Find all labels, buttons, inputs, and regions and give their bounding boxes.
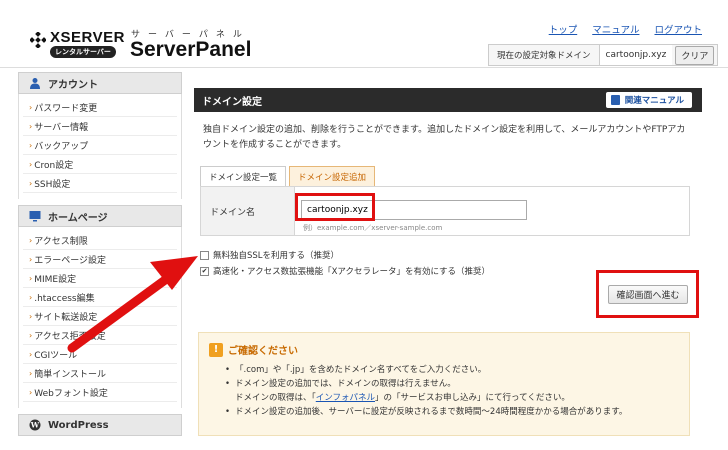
sidebar-item-label: サーバー情報 [34,122,89,133]
notice-item-sub: ドメインの取得は、「インフォパネル」の「サービスお申し込み」にて行ってください。 [235,393,570,403]
chevron-right-icon: › [29,235,33,245]
sidebar-item-label: SSH設定 [34,179,71,190]
highlight-box-confirm [596,270,699,318]
accelerator-option[interactable]: ✔ 高速化・アクセス数拡張機能「Xアクセラレータ」を有効にする（推奨） [200,264,490,278]
chevron-right-icon: › [29,273,33,283]
sidebar-section-title: WordPress [48,419,109,431]
chevron-right-icon: › [29,159,33,169]
sidebar-item-label: .htaccess編集 [34,293,95,304]
domain-form-row: ドメイン名 例）example.com／xserver-sample.com [200,186,690,236]
sidebar-item-label: MIME設定 [34,274,77,285]
tab-domain-add[interactable]: ドメイン設定追加 [289,166,376,186]
sidebar-section-wordpress[interactable]: W WordPress [18,414,182,436]
sidebar-item-backup[interactable]: › バックアップ [23,136,177,155]
notice-title: ! ご確認ください [209,342,298,357]
domain-example-text: 例）example.com／xserver-sample.com [303,224,443,232]
sidebar-item-label: エラーページ設定 [34,255,107,266]
page-title: ドメイン設定 [202,96,262,108]
top-link[interactable]: トップ [549,25,578,36]
page-title-bar: ドメイン設定 関連マニュアル [194,88,702,112]
sidebar-list-homepage: › アクセス制限 › エラーページ設定 › MIME設定 › .htaccess編集 ›… [18,227,182,408]
sidebar-item-label: サイト転送設定 [34,312,98,323]
notice-item: • ドメイン設定の追加後、サーバーに設定が反映されるまで数時間〜24時間程度かかる… [225,407,628,417]
ssl-checkbox[interactable] [200,250,209,260]
notice-box: ! ご確認ください • 「.com」や「.jp」を含めたドメイン名すべてをご入力く… [198,332,690,436]
sidebar-item-cron[interactable]: › Cron設定 [23,155,177,174]
logo-subtitle: レンタルサーバー [50,46,116,58]
sidebar-item-label: アクセス拒否設定 [34,331,106,342]
sidebar-item-error-page[interactable]: › エラーページ設定 [23,250,177,269]
notice-list: • 「.com」や「.jp」を含めたドメイン名すべてをご入力ください。 • ドメイン… [225,363,627,419]
sidebar-list-account: › パスワード変更 › サーバー情報 › バックアップ › Cron設定 › SSH設定 [18,94,182,199]
user-icon [30,78,40,89]
clear-button[interactable]: クリア [675,45,715,65]
logout-link[interactable]: ログアウト [654,25,702,36]
xserver-logo-icon [30,32,46,48]
sidebar-item-cgi-tools[interactable]: › CGIツール [23,345,177,364]
monitor-icon [29,211,41,222]
manual-link[interactable]: マニュアル [592,25,639,36]
chevron-right-icon: › [29,387,33,397]
sidebar-item-label: 簡単インストール [34,369,107,380]
sidebar-item-mime[interactable]: › MIME設定 [23,269,177,288]
accelerator-checkbox[interactable]: ✔ [200,266,209,276]
page-description: 独自ドメイン設定の追加、削除を行うことができます。追加したドメイン設定を利用して… [203,125,686,150]
logo-text: XSERVER [50,29,125,46]
sidebar-section-account[interactable]: アカウント [18,72,182,94]
current-domain-box: 現在の設定対象ドメイン cartoonjp.xyz クリア [488,44,719,66]
warning-icon: ! [209,342,223,357]
sidebar-item-password[interactable]: › パスワード変更 [23,98,177,117]
chevron-right-icon: › [29,311,33,321]
domain-field-label: ドメイン名 [201,187,295,235]
main-panel: ドメイン設定 関連マニュアル 独自ドメイン設定の追加、削除を行うことができます。… [194,88,702,450]
sidebar-section-title: ホームページ [48,212,108,224]
info-panel-link[interactable]: インフォパネル [316,393,375,403]
sidebar-item-access-limit[interactable]: › アクセス制限 [23,231,177,250]
sidebar: アカウント › パスワード変更 › サーバー情報 › バックアップ › Cron設定 ›… [18,72,182,450]
sidebar-item-label: Cron設定 [34,160,74,171]
current-domain-label: 現在の設定対象ドメイン [489,45,600,65]
related-manual-button[interactable]: 関連マニュアル [605,92,692,108]
sidebar-section-title: アカウント [48,79,98,91]
current-domain-value: cartoonjp.xyz [599,45,673,65]
chevron-right-icon: › [29,292,33,302]
sidebar-item-web-font[interactable]: › Webフォント設定 [23,383,177,402]
chevron-right-icon: › [29,178,33,188]
highlight-box-domain-input [295,193,375,221]
sidebar-section-homepage[interactable]: ホームページ [18,205,182,227]
header: XSERVER レンタルサーバー サーバーパネル ServerPanel トップ… [0,0,728,68]
svg-text:W: W [30,421,40,430]
chevron-right-icon: › [29,140,33,150]
tab-domain-list[interactable]: ドメイン設定一覧 [200,166,287,186]
ssl-option[interactable]: 無料独自SSLを利用する（推奨） [200,248,339,262]
chevron-right-icon: › [29,254,33,264]
sidebar-item-label: パスワード変更 [34,103,98,114]
sidebar-item-htaccess[interactable]: › .htaccess編集 [23,288,177,307]
notice-title-text: ご確認ください [228,346,298,357]
wordpress-icon: W [29,419,41,431]
sidebar-item-label: Webフォント設定 [34,388,108,399]
panel-title: ServerPanel [130,38,252,61]
sidebar-item-label: アクセス制限 [34,236,88,247]
sidebar-item-server-info[interactable]: › サーバー情報 [23,117,177,136]
notice-item: • 「.com」や「.jp」を含めたドメイン名すべてをご入力ください。 [225,365,487,375]
chevron-right-icon: › [29,349,33,359]
accelerator-option-label: 高速化・アクセス数拡張機能「Xアクセラレータ」を有効にする（推奨） [213,267,491,277]
sidebar-item-ssh[interactable]: › SSH設定 [23,174,177,193]
chevron-right-icon: › [29,102,33,112]
sidebar-item-label: バックアップ [34,141,89,152]
top-links: トップ マニュアル ログアウト [537,22,702,36]
book-icon [610,95,620,105]
sidebar-item-access-deny[interactable]: › アクセス拒否設定 [23,326,177,345]
related-manual-label: 関連マニュアル [624,96,684,106]
notice-item: • ドメイン設定の追加では、ドメインの取得は行えません。 [225,379,456,389]
chevron-right-icon: › [29,121,33,131]
sidebar-item-easy-install[interactable]: › 簡単インストール [23,364,177,383]
tab-bar: ドメイン設定一覧 ドメイン設定追加 [200,166,378,186]
chevron-right-icon: › [29,368,33,378]
sidebar-item-site-forward[interactable]: › サイト転送設定 [23,307,177,326]
chevron-right-icon: › [29,330,33,340]
ssl-option-label: 無料独自SSLを利用する（推奨） [213,251,340,261]
sidebar-item-label: CGIツール [34,350,78,361]
